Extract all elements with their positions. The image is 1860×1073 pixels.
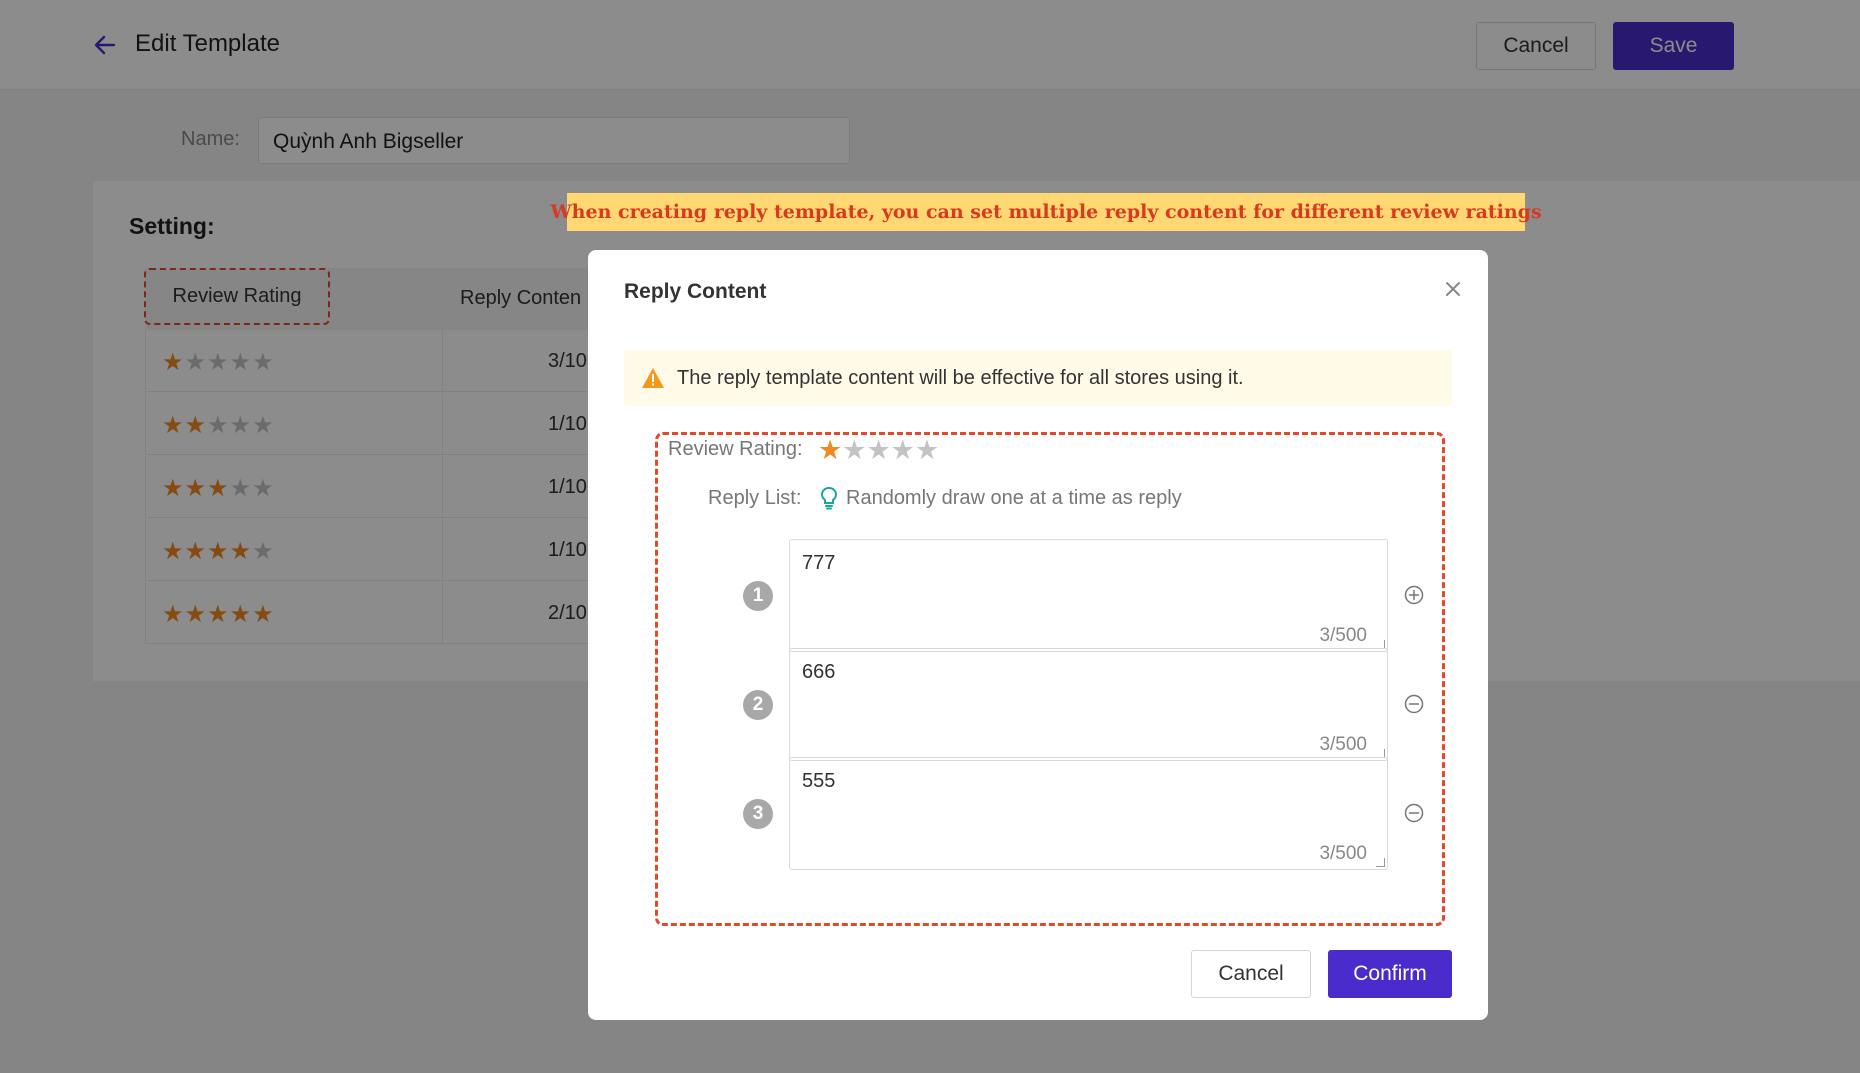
star-icon[interactable]: ★ [915, 435, 939, 465]
warning-icon [642, 368, 664, 388]
star-icon[interactable]: ★ [818, 435, 842, 465]
confirm-button[interactable]: Confirm [1328, 950, 1452, 998]
lightbulb-icon [820, 486, 838, 510]
star-icon[interactable]: ★ [842, 435, 866, 465]
reply-number-badge: 3 [743, 799, 773, 829]
remove-reply-icon[interactable] [1404, 694, 1424, 714]
warning-text: The reply template content will be effec… [677, 366, 1244, 389]
reply-list-hint: Randomly draw one at a time as reply [846, 487, 1182, 509]
modal-cancel-button[interactable]: Cancel [1191, 950, 1311, 998]
reply-textarea[interactable]: 555 3/500 [789, 757, 1388, 870]
add-reply-icon[interactable] [1404, 585, 1424, 605]
character-counter: 3/500 [1319, 843, 1367, 864]
reply-textarea[interactable]: 666 3/500 [789, 648, 1388, 761]
star-icon[interactable]: ★ [891, 435, 915, 465]
close-icon[interactable] [1440, 276, 1466, 302]
modal-title: Reply Content [624, 280, 767, 303]
warning-banner: The reply template content will be effec… [624, 350, 1452, 406]
reply-text: 555 [802, 770, 836, 792]
reply-textarea[interactable]: 777 3/500 [789, 539, 1388, 652]
review-rating-stars[interactable]: ★★★★★ [818, 435, 939, 466]
reply-list-label: Reply List: [708, 487, 802, 509]
star-icon[interactable]: ★ [866, 435, 890, 465]
review-rating-label: Review Rating: [668, 438, 803, 460]
character-counter: 3/500 [1319, 625, 1367, 646]
remove-reply-icon[interactable] [1404, 803, 1424, 823]
reply-text: 666 [802, 661, 836, 683]
reply-number-badge: 2 [743, 690, 773, 720]
reply-number-badge: 1 [743, 581, 773, 611]
annotation-banner: When creating reply template, you can se… [550, 193, 1542, 231]
resize-handle-icon[interactable] [1376, 858, 1385, 867]
reply-text: 777 [802, 552, 836, 574]
reply-content-modal: Reply Content The reply template content… [588, 250, 1488, 1020]
character-counter: 3/500 [1319, 734, 1367, 755]
